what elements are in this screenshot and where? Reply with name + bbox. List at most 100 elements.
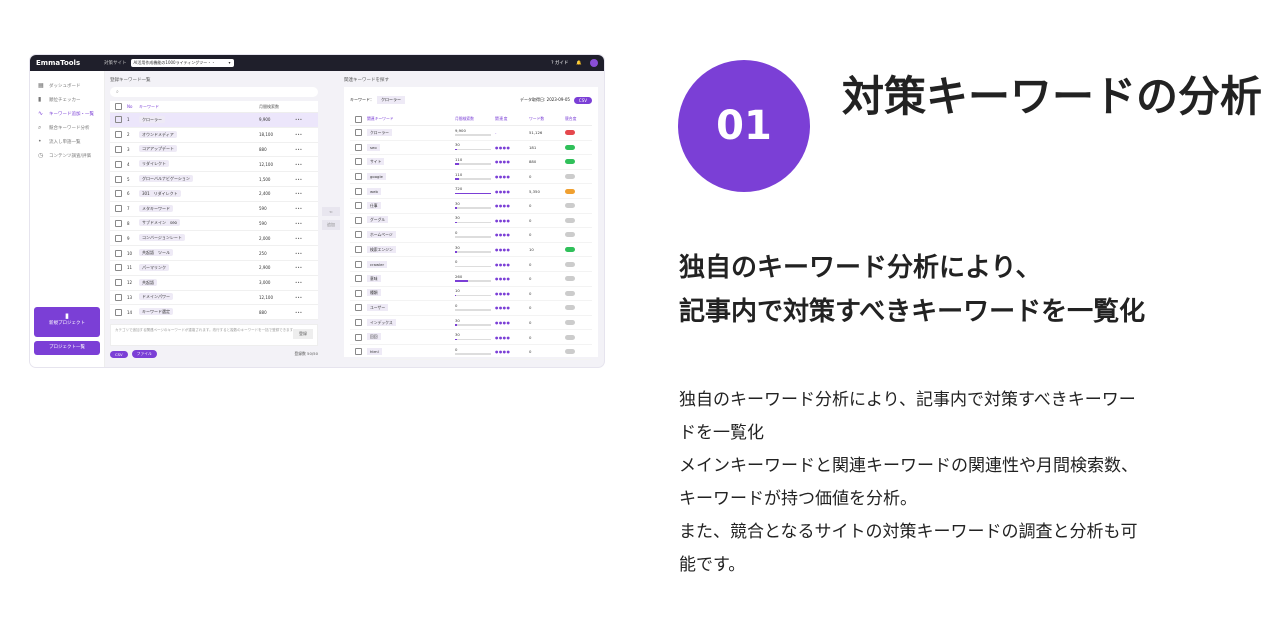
table-row[interactable]: google 110 ●●●● 0: [350, 170, 592, 185]
row-checkbox[interactable]: [355, 187, 362, 195]
row-checkbox[interactable]: [115, 308, 122, 316]
bell-icon[interactable]: 🔔: [576, 61, 582, 66]
table-row[interactable]: 5 グローバルナビゲーション 1,500 •••: [110, 172, 318, 187]
sidebar-item-keywords[interactable]: ∿ キーワード追加・一覧: [30, 107, 104, 121]
row-checkbox[interactable]: [355, 173, 362, 181]
more-icon[interactable]: •••: [295, 221, 302, 226]
csv-button[interactable]: CSV: [573, 96, 592, 104]
table-row[interactable]: サイト 110 ●●●● 880: [350, 155, 592, 170]
table-row[interactable]: 4 リダイレクト 12,100 •••: [110, 157, 318, 173]
row-checkbox[interactable]: [355, 275, 362, 283]
select-all-checkbox[interactable]: [355, 115, 362, 123]
table-row[interactable]: 14 キーワード選定 880 •••: [110, 305, 318, 321]
more-icon[interactable]: •••: [295, 310, 302, 315]
more-icon[interactable]: •••: [295, 147, 302, 152]
table-row[interactable]: インデックス 30 ●●●● 0: [350, 316, 592, 331]
table-row[interactable]: 仕事 30 ●●●● 0: [350, 199, 592, 214]
table-row[interactable]: 3 コアアップデート 880 •••: [110, 143, 318, 158]
row-checkbox[interactable]: [355, 246, 362, 254]
row-checkbox[interactable]: [115, 293, 122, 301]
row-checkbox[interactable]: [355, 158, 362, 166]
row-checkbox[interactable]: [115, 190, 122, 198]
trend-icon: ∿: [38, 110, 44, 117]
row-checkbox[interactable]: [355, 289, 362, 297]
table-row[interactable]: 回回 30 ●●●● 0: [350, 330, 592, 345]
table-row[interactable]: 12 共起語 3,000 •••: [110, 276, 318, 291]
table-row[interactable]: 13 ドメインパワー 12,100 •••: [110, 291, 318, 306]
file-button[interactable]: ファイル: [131, 350, 157, 359]
table-row[interactable]: crawler 0 ●●●● 0: [350, 257, 592, 272]
table-row[interactable]: web 720 ●●●● 5,350: [350, 184, 592, 199]
row-checkbox[interactable]: [115, 249, 122, 257]
register-button[interactable]: 登録: [293, 329, 313, 340]
more-icon[interactable]: •••: [295, 191, 302, 196]
table-row[interactable]: 6 301 リダイレクト 2,400 •••: [110, 187, 318, 202]
csv-button[interactable]: CSV: [110, 350, 128, 358]
row-checkbox[interactable]: [115, 219, 122, 227]
row-checkbox[interactable]: [355, 348, 362, 356]
more-icon[interactable]: •••: [295, 295, 302, 300]
table-row[interactable]: グーグル 30 ●●●● 0: [350, 214, 592, 229]
table-row[interactable]: 8 サブドメイン seo 590 •••: [110, 217, 318, 232]
guide-link[interactable]: ? ガイド: [551, 60, 568, 66]
row-checkbox[interactable]: [115, 205, 122, 213]
add-button[interactable]: 追加: [322, 220, 340, 230]
row-checkbox[interactable]: [115, 160, 122, 168]
row-checkbox[interactable]: [115, 131, 122, 139]
more-icon[interactable]: •••: [295, 280, 302, 285]
table-row[interactable]: html 0 ●●●● 0: [350, 345, 592, 360]
sidebar-item-content[interactable]: ◷ コンテンツ調査/評価: [30, 149, 104, 163]
row-checkbox[interactable]: [355, 304, 362, 312]
volume-bar: [455, 353, 491, 355]
more-icon[interactable]: •••: [295, 236, 302, 241]
table-row[interactable]: 2 オウンドメディア 18,100 •••: [110, 128, 318, 143]
arrow-left-icon[interactable]: ⇐: [322, 207, 340, 216]
more-icon[interactable]: •••: [295, 251, 302, 256]
search-input[interactable]: ⌕: [110, 87, 318, 97]
table-row[interactable]: ホームページ 0 ●●●● 0: [350, 228, 592, 243]
sidebar-item-competitor[interactable]: ⌕ 競合キーワード分析: [30, 121, 104, 135]
table-row[interactable]: 種類 10 ●●●● 0: [350, 287, 592, 302]
more-icon[interactable]: •••: [295, 117, 302, 122]
row-checkbox[interactable]: [115, 279, 122, 287]
row-checkbox[interactable]: [355, 333, 362, 341]
row-checkbox[interactable]: [355, 319, 362, 327]
table-row[interactable]: 1 クローラー 9,900 •••: [110, 113, 318, 128]
more-icon[interactable]: •••: [295, 206, 302, 211]
row-checkbox[interactable]: [355, 260, 362, 268]
table-row[interactable]: 11 パーマリンク 2,900 •••: [110, 261, 318, 276]
row-checkbox[interactable]: [115, 145, 122, 153]
table-row[interactable]: 7 メタキーワード 590 •••: [110, 202, 318, 217]
table-row[interactable]: seo 30 ●●●● 181: [350, 141, 592, 156]
new-project-button[interactable]: ▮ 新規プロジェクト: [34, 307, 100, 337]
select-all-checkbox[interactable]: [115, 103, 122, 110]
sidebar-item-inflow[interactable]: • 流入し単語一覧: [30, 135, 104, 149]
row-checkbox[interactable]: [355, 231, 362, 239]
sidebar-item-rank[interactable]: ▮ 順位チェッカー: [30, 93, 104, 107]
sidebar-item-dashboard[interactable]: ▦ ダッシュボード: [30, 79, 104, 93]
table-row[interactable]: ユーザー 0 ●●●● 0: [350, 301, 592, 316]
avatar[interactable]: [590, 59, 598, 67]
table-row[interactable]: クローラー 9,900 - 51,126: [350, 126, 592, 141]
table-row[interactable]: 検索エンジン 30 ●●●● 10: [350, 243, 592, 258]
row-checkbox[interactable]: [115, 264, 122, 272]
status-badge: [565, 232, 575, 238]
table-row[interactable]: 10 共起語 ツール 250 •••: [110, 246, 318, 261]
row-checkbox[interactable]: [115, 116, 122, 124]
row-checkbox[interactable]: [355, 216, 362, 224]
more-icon[interactable]: •••: [295, 265, 302, 270]
row-checkbox[interactable]: [355, 129, 362, 137]
more-icon[interactable]: •••: [295, 162, 302, 167]
site-select[interactable]: AI活用作成機能の1000ライティングツー・・: [130, 59, 234, 67]
row-checkbox[interactable]: [115, 175, 122, 183]
more-icon[interactable]: •••: [295, 132, 302, 137]
row-checkbox[interactable]: [115, 234, 122, 242]
more-icon[interactable]: •••: [295, 177, 302, 182]
keyword-input[interactable]: カテゴリで追加する関連ページのキーワードが重複されます。改行すると複数のキーワー…: [110, 324, 318, 347]
row-checkbox[interactable]: [355, 143, 362, 151]
table-row[interactable]: 9 コンバージョンレート 2,000 •••: [110, 231, 318, 247]
table-row[interactable]: 意味 260 ●●●● 0: [350, 272, 592, 287]
row-checkbox[interactable]: [355, 202, 362, 210]
project-list-button[interactable]: プロジェクト一覧: [34, 341, 100, 355]
row-volume: 30: [455, 318, 495, 328]
